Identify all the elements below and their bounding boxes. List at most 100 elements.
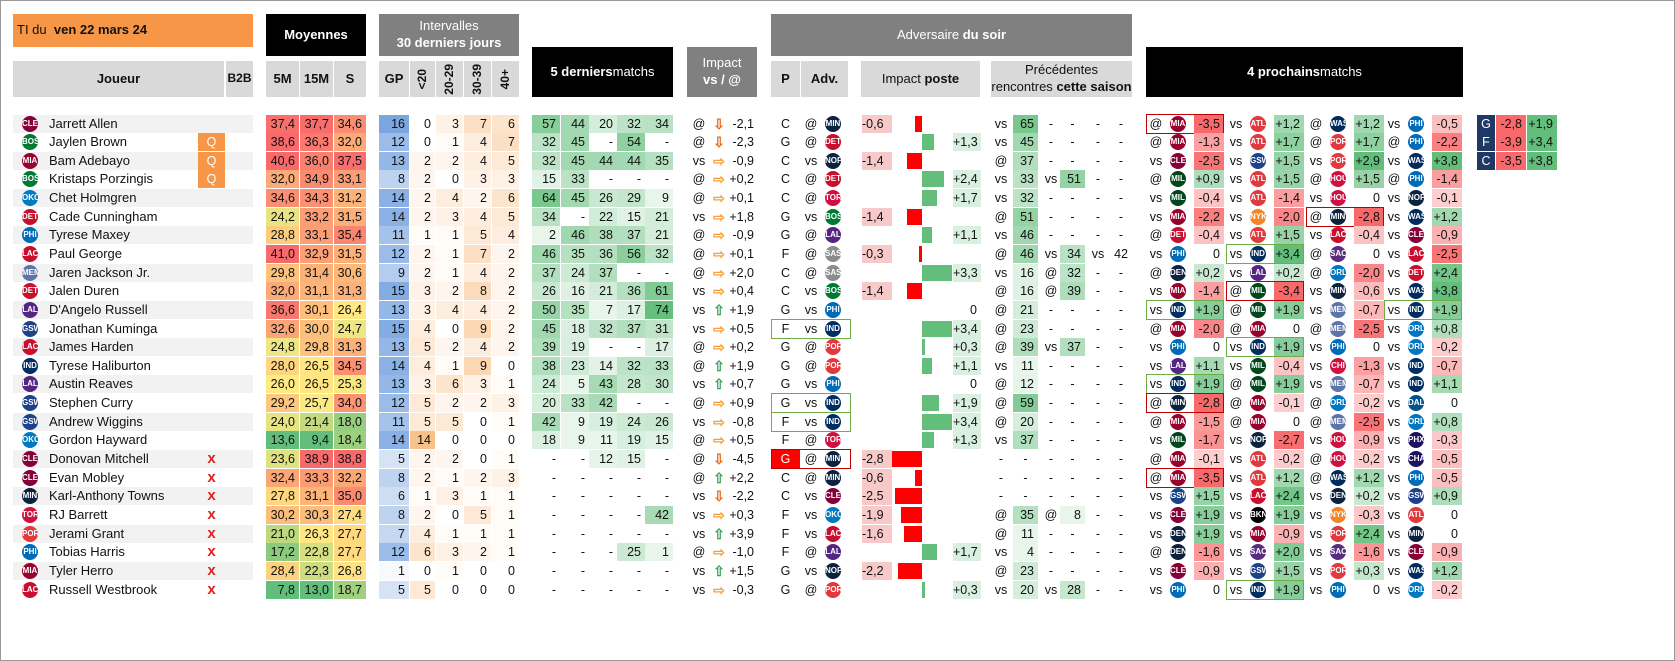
next-impact-value: -0,1 <box>1432 189 1462 208</box>
impact-poste-value: -1,4 <box>862 151 892 170</box>
interval-count: 1 <box>410 226 435 245</box>
highlight-box <box>1226 337 1304 358</box>
header-15m[interactable]: 15M <box>300 61 333 97</box>
header-b2b[interactable]: B2B <box>226 61 253 97</box>
title-prefix: TI du <box>17 22 47 38</box>
table-row: PHI Tobias Harris x 17,2 22,8 27,7 12 6 3 2 1- - -25… <box>0 542 1675 562</box>
header-20-29[interactable]: 20-29 <box>436 61 463 97</box>
interval-count: 3 <box>436 207 463 226</box>
last-game-score: 36 <box>617 282 645 301</box>
header-precedentes[interactable]: Précédentes rencontres cette saison <box>991 61 1132 97</box>
header-40plus[interactable]: 40+ <box>492 61 519 97</box>
avg-5m: 34,6 <box>266 189 299 208</box>
player-name[interactable]: RJ Barrett <box>49 506 199 524</box>
interval-count: 2 <box>436 338 463 357</box>
opponent-location: @ <box>804 116 818 131</box>
player-name[interactable]: Evan Mobley <box>49 469 199 487</box>
last-game-score: - <box>636 265 641 280</box>
previous-meeting: 8 <box>1060 505 1085 524</box>
header-s[interactable]: S <box>334 61 366 97</box>
header-adv[interactable]: Adv. <box>801 61 848 97</box>
interval-count: 5 <box>410 412 435 431</box>
table-row: CLE Jarrett Allen 37,4 37,7 34,6 16 0 3 7 6 57 44 20… <box>0 113 1675 134</box>
next-location: vs <box>1309 433 1323 448</box>
previous-meeting: - <box>1095 340 1101 355</box>
avg-season: 35,0 <box>334 487 366 506</box>
header-gp[interactable]: GP <box>379 61 409 97</box>
player-name[interactable]: Jalen Duren <box>49 282 199 300</box>
last-game-score: 64 <box>532 189 560 208</box>
next-location: vs <box>1229 209 1243 224</box>
previous-meeting: vs <box>1091 246 1105 261</box>
last-game-score: 17 <box>645 338 673 357</box>
player-name[interactable]: Jerami Grant <box>49 525 199 543</box>
player-name[interactable]: Paul George <box>49 245 199 263</box>
table-row: GSW Andrew Wiggins 24,0 21,4 18,0 11 5 5 0 1 42 9 19… <box>0 411 1675 432</box>
player-name[interactable]: Karl-Anthony Towns <box>49 487 199 505</box>
interval-count: 2 <box>410 207 435 226</box>
next-impact-value: -0,1 <box>1274 394 1304 413</box>
next-impact-value: -2,2 <box>1194 207 1224 226</box>
player-name[interactable]: Jarrett Allen <box>49 115 199 133</box>
player-name[interactable]: Cade Cunningham <box>49 208 199 226</box>
player-name[interactable]: Jaren Jackson Jr. <box>49 264 199 282</box>
player-name[interactable]: Tyrese Haliburton <box>49 357 199 375</box>
player-name[interactable]: Chet Holmgren <box>49 189 199 207</box>
player-name[interactable]: Tobias Harris <box>49 543 199 561</box>
ip-bold: poste <box>924 70 960 86</box>
player-name[interactable]: Gordon Hayward <box>49 431 199 449</box>
player-name[interactable]: Jaylen Brown <box>49 133 199 151</box>
interval-count: 7 <box>464 114 491 133</box>
player-name[interactable]: Tyrese Maxey <box>49 226 199 244</box>
trend-arrow-icon: ⇩ <box>713 451 725 468</box>
position-code: F <box>781 507 790 522</box>
next-impact-value: -1,6 <box>1194 543 1224 562</box>
interval-count: 2 <box>410 263 435 282</box>
next-location: vs <box>1309 489 1323 504</box>
header-p[interactable]: P <box>771 61 800 97</box>
next-opponent-logo-icon: MIN <box>1408 525 1424 542</box>
player-name[interactable]: Bam Adebayo <box>49 152 199 170</box>
impact-bar <box>897 562 922 579</box>
avg-15m: 38,9 <box>300 450 333 469</box>
header-lt20[interactable]: <20 <box>410 61 435 97</box>
interval-count: 0 <box>492 580 519 599</box>
impact-line1: Impact <box>702 55 742 71</box>
next-opponent-logo-icon: DET <box>1408 264 1424 281</box>
header-player[interactable]: Joueur <box>13 61 224 97</box>
table-row: LAL Austin Reaves 26,0 26,5 25,3 13 3 6 3 1 24 5 43 2… <box>0 374 1675 395</box>
header-5m[interactable]: 5M <box>266 61 299 97</box>
last-game-score: 35 <box>561 300 589 319</box>
interval-count: 2 <box>464 468 491 487</box>
last-game-score: 21 <box>645 226 673 245</box>
opponent-logo-icon: MIN <box>825 469 841 486</box>
header-impact-poste[interactable]: Impact poste <box>861 61 980 97</box>
trend-arrow-icon: ⇨ <box>713 245 725 262</box>
player-name[interactable]: Austin Reaves <box>49 375 199 393</box>
impact-poste-delta: +1,1 <box>953 356 981 375</box>
player-name[interactable]: Tyler Herro <box>49 562 199 580</box>
player-name[interactable]: D'Angelo Russell <box>49 301 199 319</box>
player-name[interactable]: James Harden <box>49 338 199 356</box>
player-name[interactable]: Stephen Curry <box>49 394 199 412</box>
player-name[interactable]: Andrew Wiggins <box>49 413 199 431</box>
location-marker: vs <box>692 489 706 504</box>
header-30-39[interactable]: 30-39 <box>464 61 491 97</box>
ip-normal: Impact <box>881 70 921 86</box>
player-name[interactable]: Donovan Mitchell <box>49 450 199 468</box>
interval-count: 0 <box>464 450 491 469</box>
player-name[interactable]: Kristaps Porzingis <box>49 170 199 188</box>
last-game-score: - <box>636 489 641 504</box>
previous-meeting: - <box>1095 414 1101 429</box>
last-game-score: - <box>580 507 585 522</box>
player-name[interactable]: Jonathan Kuminga <box>49 320 199 338</box>
next-location: vs <box>1387 153 1401 168</box>
impact-poste-delta: +3,4 <box>953 319 981 338</box>
avg-5m: 41,0 <box>266 244 299 263</box>
next-location: vs <box>1229 135 1243 150</box>
interval-count: 5 <box>492 207 519 226</box>
next-opponent-logo-icon: PHI <box>1408 171 1424 188</box>
team-logo-icon: MIA <box>22 562 38 579</box>
previous-meeting: - <box>1023 489 1028 504</box>
player-name[interactable]: Russell Westbrook <box>49 581 199 599</box>
